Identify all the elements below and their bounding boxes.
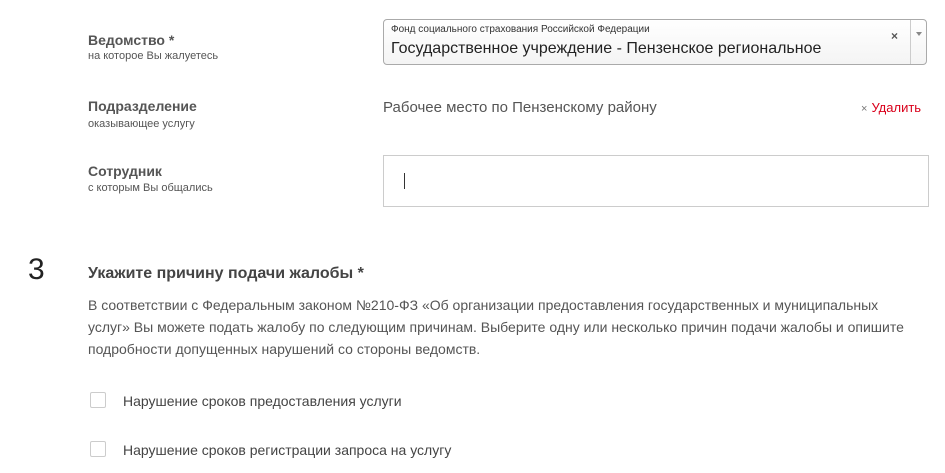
checkbox[interactable]: [90, 441, 106, 457]
section-title: Укажите причину подачи жалобы *: [88, 265, 364, 282]
agency-select-value: Государственное учреждение - Пензенское …: [391, 40, 822, 57]
subdivision-value: Рабочее место по Пензенскому району: [383, 99, 657, 116]
clear-icon[interactable]: ×: [891, 29, 898, 43]
section-description: В соответствии с Федеральным законом №21…: [88, 297, 904, 357]
subdivision-sublabel: оказывающее услугу: [88, 118, 195, 130]
agency-sublabel: на которое Вы жалуетесь: [88, 50, 219, 62]
reason-label: Нарушение сроков регистрации запроса на …: [123, 442, 452, 458]
employee-label: Сотрудник: [88, 163, 162, 179]
reason-option-1[interactable]: Нарушение сроков предоставления услуги: [88, 390, 508, 414]
reason-option-2[interactable]: Нарушение сроков регистрации запроса на …: [88, 439, 508, 463]
chevron-down-icon: [916, 32, 922, 36]
remove-icon: ×: [861, 103, 868, 115]
remove-label: Удалить: [871, 100, 922, 115]
employee-sublabel: с которым Вы общались: [88, 182, 213, 194]
text-cursor: [404, 173, 405, 189]
agency-label: Ведомство *: [88, 32, 175, 48]
employee-input[interactable]: [383, 155, 929, 207]
remove-subdivision-link[interactable]: × Удалить: [861, 100, 921, 117]
step-number: 3: [28, 253, 45, 286]
checkbox[interactable]: [90, 392, 106, 408]
agency-select[interactable]: Фонд социального страхования Российской …: [383, 19, 927, 65]
subdivision-label: Подразделение: [88, 98, 197, 114]
reason-label: Нарушение сроков предоставления услуги: [123, 393, 402, 409]
agency-select-toggle[interactable]: [910, 20, 927, 64]
agency-select-group-label: Фонд социального страхования Российской …: [391, 24, 650, 35]
